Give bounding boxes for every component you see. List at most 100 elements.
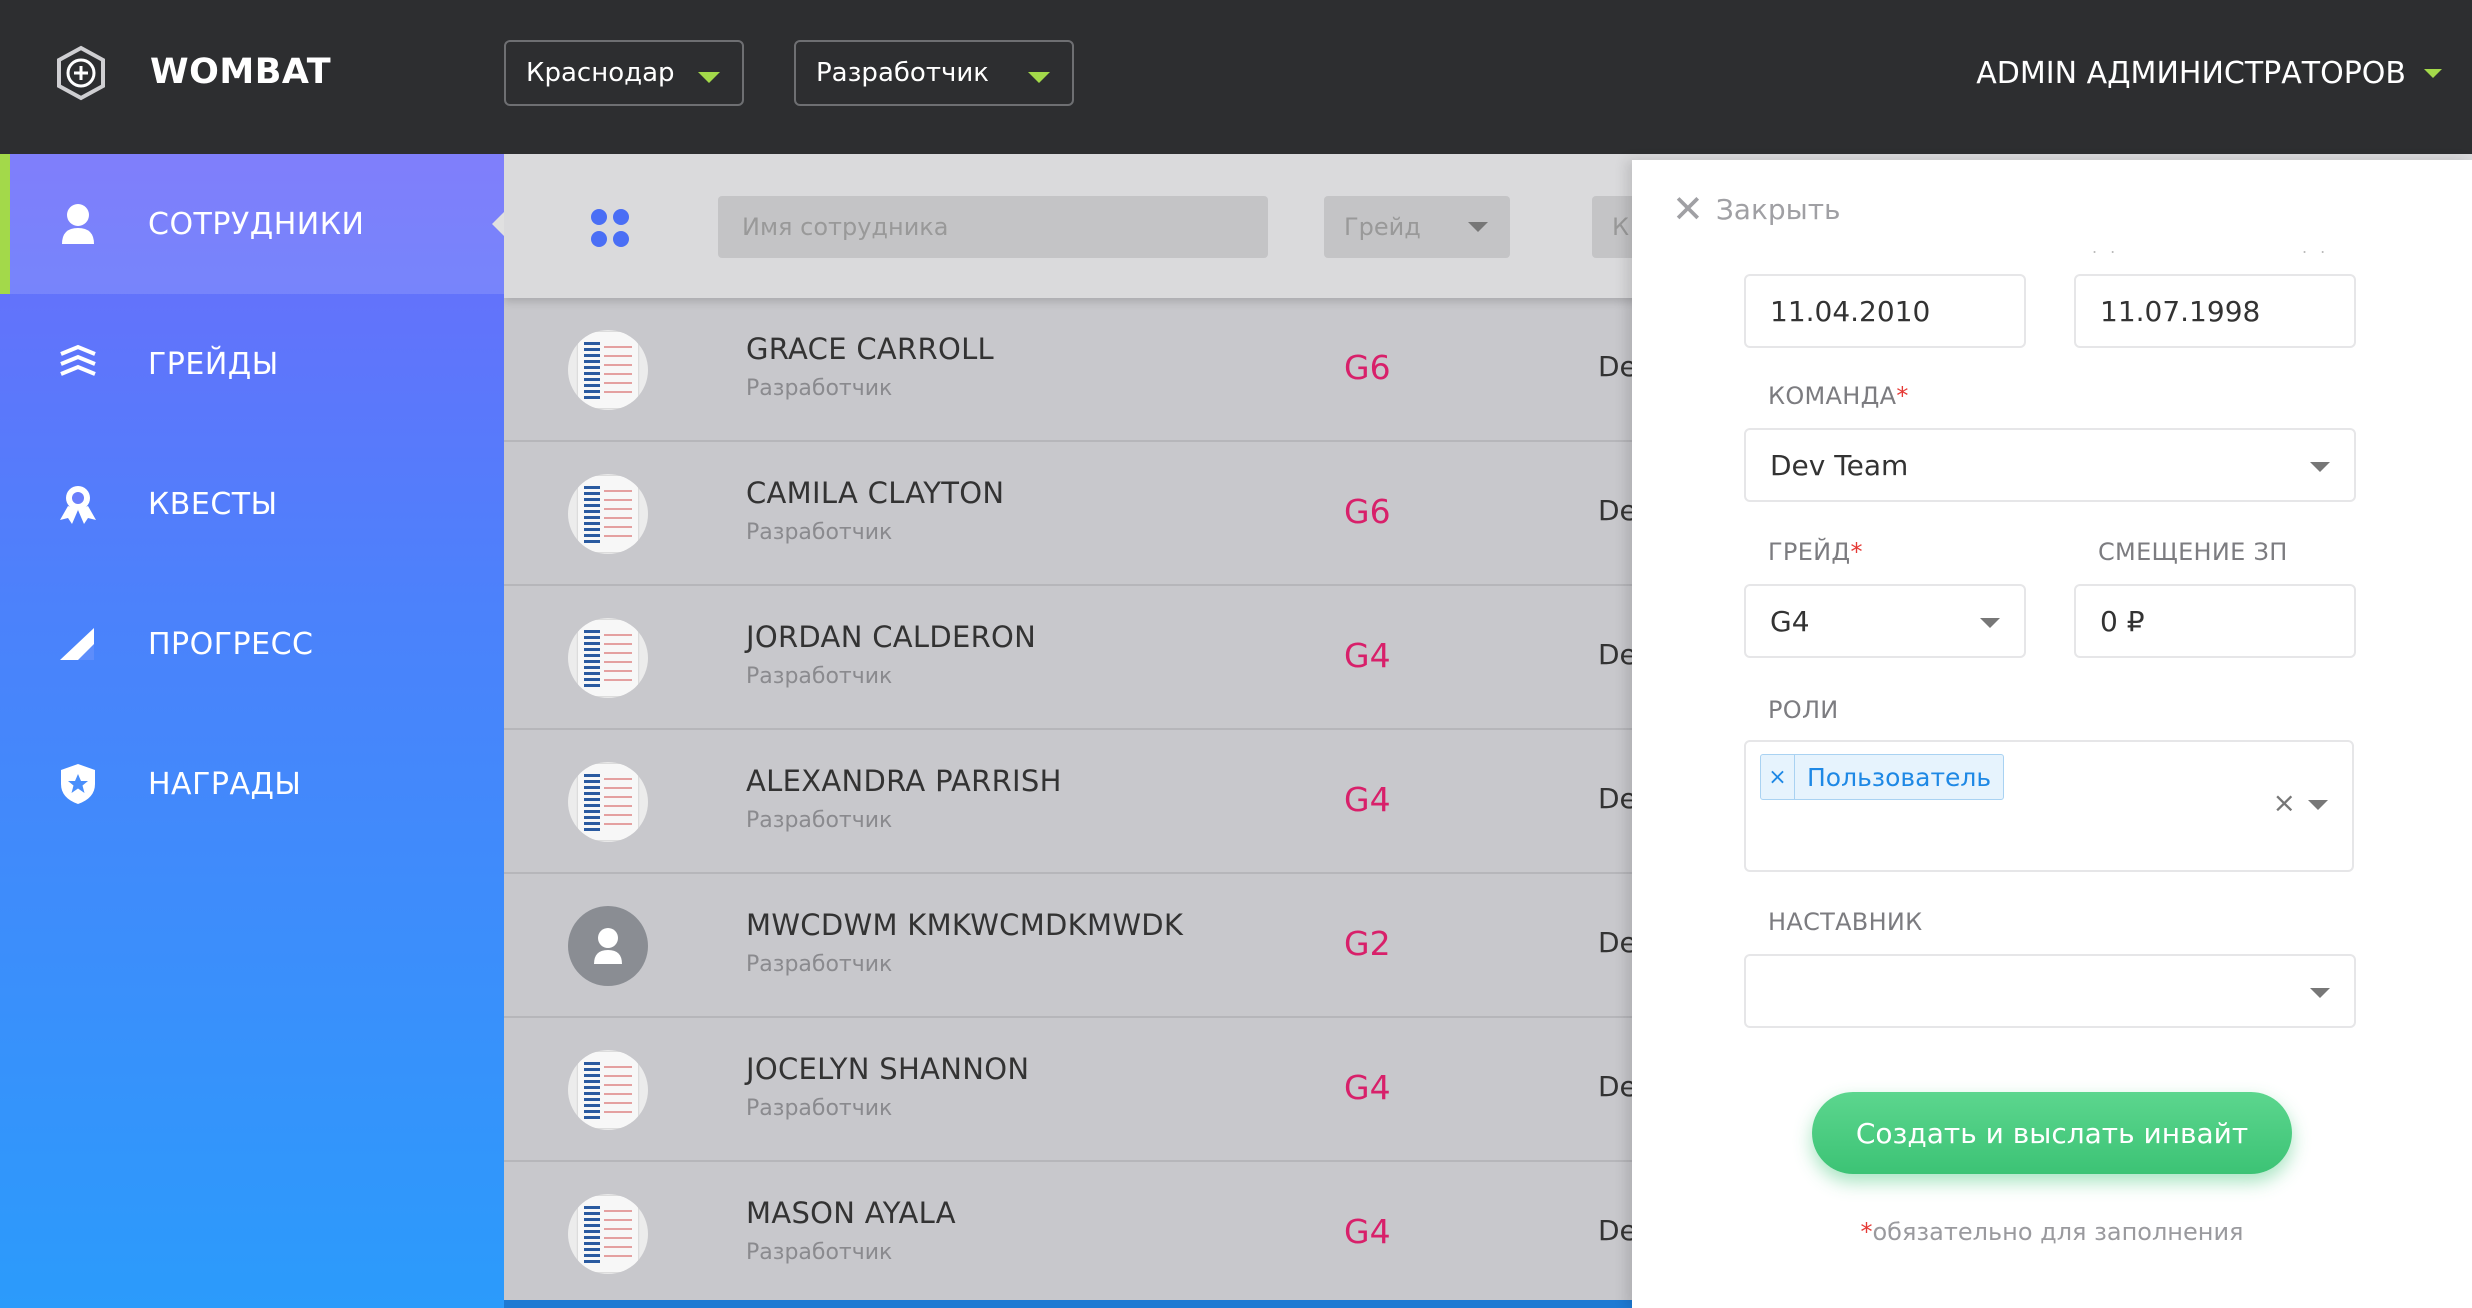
sidebar-item-label: НАГРАДЫ (148, 766, 302, 802)
grade-label: ГРЕЙД* (1768, 538, 1863, 566)
clear-icon[interactable]: × (2273, 786, 2296, 819)
sidebar-item-employees[interactable]: СОТРУДНИКИ (0, 154, 504, 294)
chevron-down-icon[interactable] (2308, 800, 2328, 810)
employee-team: De (1598, 350, 1637, 383)
progress-icon (56, 622, 100, 666)
team-filter-placeholder: К (1612, 213, 1630, 241)
mentor-label: НАСТАВНИК (1768, 908, 1923, 936)
avatar (568, 762, 648, 842)
required-note: *обязательно для заполнения (1632, 1218, 2472, 1246)
sidebar-item-label: ГРЕЙДЫ (148, 346, 279, 382)
employee-grade: G4 (1344, 780, 1391, 819)
employee-role: Разработчик (746, 808, 893, 833)
required-note-text: обязательно для заполнения (1872, 1218, 2244, 1246)
employee-name-search-input[interactable]: Имя сотрудника (718, 196, 1268, 258)
employee-grade: G6 (1344, 492, 1391, 531)
role-select-value: Разработчик (816, 58, 989, 88)
employee-team: De (1598, 782, 1637, 815)
employee-team: De (1598, 1070, 1637, 1103)
team-label: КОМАНДА* (1768, 382, 1909, 410)
grade-label-text: ГРЕЙД (1768, 538, 1851, 566)
birth-date-field[interactable]: 11.07.1998 (2074, 274, 2356, 348)
grade-filter-select[interactable]: Грейд (1324, 196, 1510, 258)
sidebar: СОТРУДНИКИ ГРЕЙДЫ КВЕСТЫ ПРОГРЕСС НАГРАД… (0, 154, 504, 1308)
hire-date-field[interactable]: 11.04.2010 (1744, 274, 2026, 348)
employee-role: Разработчик (746, 1096, 893, 1121)
chevron-down-icon (1468, 222, 1488, 232)
grade-select-value: G4 (1770, 604, 1810, 638)
role-select[interactable]: Разработчик (794, 40, 1074, 106)
required-mark: * (1896, 382, 1909, 410)
top-bar: WOMBAT Краснодар Разработчик ADMIN АДМИН… (0, 0, 2472, 154)
brand-name: WOMBAT (150, 52, 332, 92)
sidebar-item-quests[interactable]: КВЕСТЫ (0, 434, 504, 574)
team-select[interactable]: Dev Team (1744, 428, 2356, 502)
city-select[interactable]: Краснодар (504, 40, 744, 106)
close-icon: ✕ (1672, 187, 1704, 231)
salary-offset-input[interactable]: 0 ₽ (2074, 584, 2356, 658)
avatar (568, 1050, 648, 1130)
employee-grade: G2 (1344, 924, 1391, 963)
avatar (568, 618, 648, 698)
remove-tag-icon[interactable]: × (1761, 755, 1795, 799)
award-icon (56, 482, 100, 526)
grade-select[interactable]: G4 (1744, 584, 2026, 658)
employee-role: Разработчик (746, 952, 893, 977)
team-label-text: КОМАНДА (1768, 382, 1897, 410)
salary-offset-label: СМЕЩЕНИЕ ЗП (2098, 538, 2288, 566)
avatar (568, 330, 648, 410)
role-tag-label: Пользователь (1807, 762, 1992, 792)
employee-team: De (1598, 1214, 1637, 1247)
sidebar-item-label: ПРОГРЕСС (148, 626, 314, 662)
employee-role: Разработчик (746, 664, 893, 689)
city-select-value: Краснодар (526, 58, 675, 88)
user-menu[interactable]: ADMIN АДМИНИСТРАТОРОВ (1976, 56, 2442, 91)
avatar-placeholder-icon (568, 906, 648, 986)
user-name: ADMIN АДМИНИСТРАТОРОВ (1976, 56, 2406, 91)
employee-role: Разработчик (746, 520, 893, 545)
employee-team: De (1598, 494, 1637, 527)
employee-grade: G4 (1344, 1212, 1391, 1251)
employee-role: Разработчик (746, 1240, 893, 1265)
sidebar-item-progress[interactable]: ПРОГРЕСС (0, 574, 504, 714)
shield-star-icon (56, 762, 100, 806)
roles-label: РОЛИ (1768, 696, 1839, 724)
employee-name: GRACE CARROLL (746, 332, 994, 366)
sidebar-item-rewards[interactable]: НАГРАДЫ (0, 714, 504, 854)
sidebar-item-label: КВЕСТЫ (148, 486, 278, 522)
sidebar-item-label: СОТРУДНИКИ (148, 206, 365, 242)
create-and-invite-button[interactable]: Создать и выслать инвайт (1812, 1092, 2292, 1174)
mentor-select[interactable] (1744, 954, 2356, 1028)
salary-offset-value: 0 ₽ (2100, 604, 2145, 638)
employee-name: MWCDWM KMKWCMDKMWDK (746, 908, 1184, 942)
close-button[interactable]: ✕ Закрыть (1672, 190, 1841, 228)
employee-role: Разработчик (746, 376, 893, 401)
employee-name: ALEXANDRA PARRISH (746, 764, 1062, 798)
chevron-down-icon (2310, 462, 2330, 472)
employee-name: MASON AYALA (746, 1196, 956, 1230)
avatar (568, 1194, 648, 1274)
employee-grade: G6 (1344, 348, 1391, 387)
required-mark: * (1860, 1218, 1873, 1246)
close-label: Закрыть (1715, 192, 1841, 226)
layers-icon (56, 342, 100, 386)
active-indicator (492, 212, 504, 236)
employee-name: JOCELYN SHANNON (746, 1052, 1030, 1086)
sidebar-item-grades[interactable]: ГРЕЙДЫ (0, 294, 504, 434)
employee-name: CAMILA CLAYTON (746, 476, 1005, 510)
employee-grade: G4 (1344, 1068, 1391, 1107)
avatar (568, 474, 648, 554)
employee-grade: G4 (1344, 636, 1391, 675)
chevron-down-icon (698, 72, 720, 83)
roles-multiselect[interactable]: × Пользователь × (1744, 740, 2354, 872)
grade-filter-placeholder: Грейд (1344, 213, 1421, 241)
clipped-label: . . (2302, 238, 2330, 257)
employee-team: De (1598, 926, 1637, 959)
team-select-value: Dev Team (1770, 448, 1909, 482)
chevron-down-icon (2310, 988, 2330, 998)
role-tag: × Пользователь (1760, 754, 2005, 800)
employee-team: De (1598, 638, 1637, 671)
birth-date-value: 11.07.1998 (2100, 294, 2261, 328)
view-toggle-icon[interactable] (588, 206, 632, 250)
logo-icon[interactable] (53, 45, 109, 101)
